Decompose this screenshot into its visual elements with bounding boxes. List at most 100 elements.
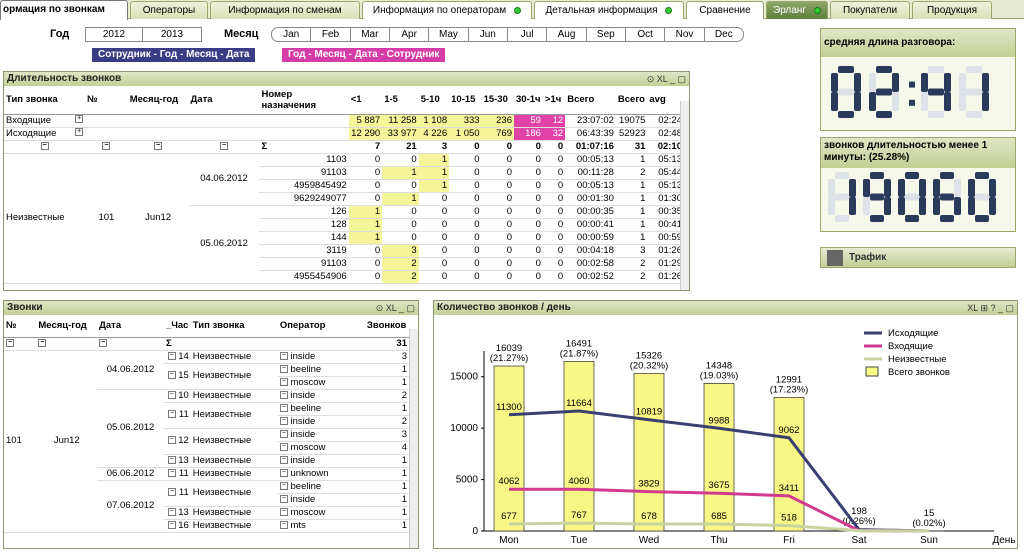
tab-calls-info[interactable]: ормация по звонкам [0, 0, 128, 20]
bar[interactable] [563, 360, 595, 532]
column-header[interactable]: Звонков [364, 315, 409, 338]
collapse-icon[interactable]: − [167, 455, 176, 464]
collapse-icon[interactable]: − [279, 403, 288, 412]
collapse-icon[interactable]: − [279, 494, 288, 503]
year-2013[interactable]: 2013 [142, 27, 202, 42]
tab-operator-info[interactable]: Информация по операторам [362, 1, 532, 19]
collapse-icon[interactable]: − [102, 141, 111, 150]
xl-icon[interactable]: XL [657, 74, 668, 84]
month-apr[interactable]: Apr [389, 27, 430, 42]
column-header[interactable]: Месяц-год [127, 86, 189, 115]
expand-icon[interactable]: + [75, 114, 84, 123]
xl-icon[interactable]: XL [386, 303, 397, 313]
collapse-icon[interactable]: − [99, 338, 108, 347]
bar[interactable] [493, 365, 525, 532]
tab-erlang[interactable]: Эрланг [766, 1, 828, 19]
type-row[interactable]: Входящие + 5 887 11 258 1 108 333 236 59 12 23:07… [4, 114, 684, 128]
column-header[interactable]: № [85, 86, 128, 115]
tab-detail[interactable]: Детальная информация [534, 1, 684, 19]
tab-operators[interactable]: Операторы [130, 1, 208, 19]
collapse-icon[interactable]: − [38, 338, 47, 347]
column-header[interactable]: >1ч [542, 86, 566, 115]
column-header[interactable]: 30-1ч [514, 86, 543, 115]
bar[interactable] [703, 383, 735, 532]
collapse-icon[interactable]: − [279, 507, 288, 516]
collapse-icon[interactable]: − [167, 371, 176, 380]
collapse-cell[interactable]: − [97, 337, 164, 351]
collapse-icon[interactable]: − [279, 364, 288, 373]
collapse-cell[interactable]: − [127, 140, 189, 154]
column-header[interactable]: 10-15 [449, 86, 482, 115]
collapse-icon[interactable]: − [279, 390, 288, 399]
month-jan[interactable]: Jan [271, 27, 312, 42]
traffic-button[interactable]: Трафик [820, 247, 1016, 268]
panel-controls[interactable]: ⊙ XL _ ▢ [376, 301, 415, 315]
collapse-icon[interactable]: − [167, 436, 176, 445]
month-sep[interactable]: Sep [585, 27, 626, 42]
collapse-icon[interactable]: − [40, 141, 49, 150]
month-dec[interactable]: Dec [703, 27, 744, 42]
collapse-cell[interactable]: − [36, 337, 98, 351]
column-header[interactable]: Оператор [277, 315, 365, 338]
bar[interactable] [633, 372, 665, 532]
panel-controls[interactable]: ⊙ XL _ ▢ [647, 72, 686, 86]
column-header[interactable]: Всего [615, 86, 648, 115]
panel-controls[interactable]: XL ⊞ ? _ ▢ [967, 301, 1014, 315]
bar[interactable] [773, 396, 805, 532]
tab-compare[interactable]: Сравнение [686, 1, 764, 19]
month-nov[interactable]: Nov [664, 27, 705, 42]
collapse-icon[interactable]: − [168, 468, 177, 477]
tab-products[interactable]: Продукция [912, 1, 992, 19]
column-header[interactable]: <1 [348, 86, 383, 115]
collapse-icon[interactable]: − [168, 410, 177, 419]
column-header[interactable]: Дата [97, 315, 164, 338]
collapse-icon[interactable]: − [6, 338, 14, 347]
collapse-cell[interactable]: − [4, 337, 37, 351]
scrollbar[interactable] [409, 329, 418, 548]
pill-employee[interactable]: Сотрудник - Год - Месяц - Дата [92, 48, 256, 62]
column-header[interactable]: 15-30 [481, 86, 514, 115]
column-header[interactable]: Месяц-год [36, 315, 98, 338]
month-jul[interactable]: Jul [507, 27, 548, 42]
column-header[interactable]: 5-10 [418, 86, 450, 115]
column-header[interactable]: Дата [188, 86, 260, 115]
column-header[interactable]: Всего [565, 86, 616, 115]
xl-icon[interactable]: XL [967, 303, 978, 313]
collapse-icon[interactable]: − [154, 141, 163, 150]
collapse-icon[interactable]: − [279, 442, 288, 451]
collapse-icon[interactable]: − [279, 351, 288, 360]
column-header[interactable]: avg [647, 86, 684, 115]
type-row[interactable]: Исходящие + 12 290 33 977 4 226 1 050 769 186 32… [4, 127, 684, 141]
column-header[interactable]: _Час [163, 315, 191, 338]
collapse-cell[interactable]: − [188, 140, 260, 154]
month-oct[interactable]: Oct [625, 27, 666, 42]
collapse-icon[interactable]: − [168, 488, 177, 497]
collapse-icon[interactable]: − [167, 520, 176, 529]
column-header[interactable]: Тип звонка [4, 86, 86, 115]
month-feb[interactable]: Feb [310, 27, 351, 42]
pill-year[interactable]: Год - Месяц - Дата - Сотрудник [282, 48, 446, 62]
month-jun[interactable]: Jun [467, 27, 508, 42]
column-header[interactable]: № [4, 315, 37, 338]
month-may[interactable]: May [428, 27, 469, 42]
collapse-icon[interactable]: − [220, 141, 228, 150]
collapse-icon[interactable]: − [167, 351, 176, 360]
month-aug[interactable]: Aug [546, 27, 587, 42]
collapse-cell[interactable]: − [4, 140, 86, 154]
collapse-icon[interactable]: − [279, 468, 288, 477]
scrollbar[interactable] [680, 101, 689, 290]
column-header[interactable]: Номер назначения [259, 86, 349, 115]
column-header[interactable]: 1-5 [382, 86, 419, 115]
year-2012[interactable]: 2012 [85, 27, 143, 42]
collapse-icon[interactable]: − [279, 520, 288, 529]
collapse-icon[interactable]: − [279, 455, 288, 464]
collapse-icon[interactable]: − [279, 429, 288, 438]
tab-shifts[interactable]: Информация по сменам [210, 1, 360, 19]
tab-customers[interactable]: Покупатели [830, 1, 910, 19]
collapse-cell[interactable]: − [85, 140, 128, 154]
collapse-icon[interactable]: − [279, 416, 288, 425]
collapse-icon[interactable]: − [279, 481, 288, 490]
collapse-icon[interactable]: − [167, 507, 176, 516]
expand-icon[interactable]: + [75, 127, 84, 136]
month-mar[interactable]: Mar [349, 27, 390, 42]
